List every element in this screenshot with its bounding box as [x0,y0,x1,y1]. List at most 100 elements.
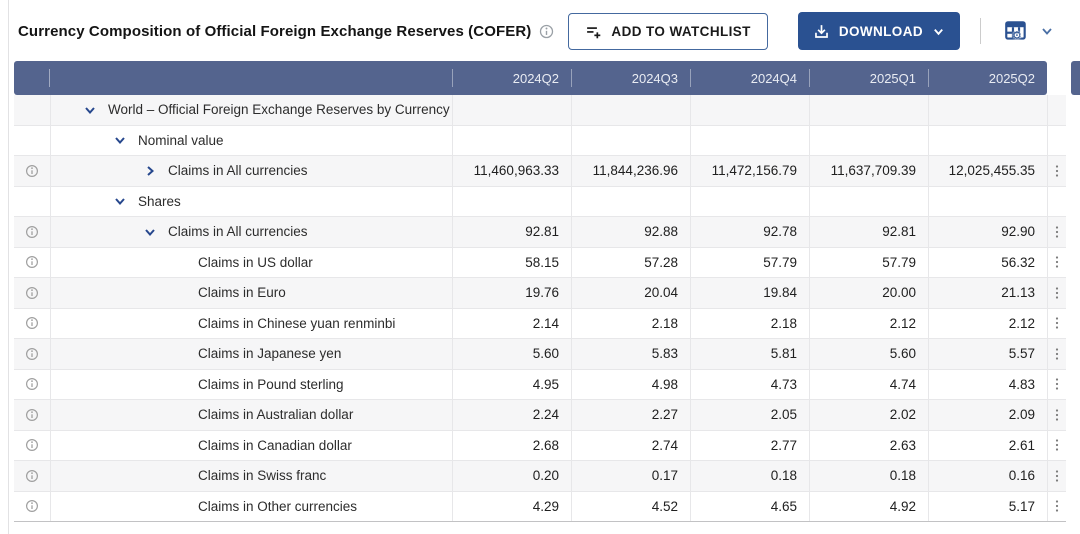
table-row: Claims in All currencies11,460,963.3311,… [14,156,1066,187]
download-button[interactable]: DOWNLOAD [798,12,960,50]
row-label-cell: Claims in US dollar [50,248,452,278]
row-label-cell[interactable]: Claims in All currencies [50,156,452,186]
row-info-icon[interactable] [14,461,50,491]
value-cell: 5.81 [690,339,809,369]
row-menu-button[interactable] [1047,278,1066,308]
value-cell: 2.14 [452,309,571,339]
cofer-table: 2024Q22024Q32024Q42025Q12025Q2 World – O… [14,61,1066,522]
value-cell [809,126,928,156]
value-cell: 5.60 [809,339,928,369]
value-cell: 2.12 [928,309,1047,339]
value-cell: 57.28 [571,248,690,278]
value-cell: 58.15 [452,248,571,278]
chevron-right-icon[interactable] [143,164,157,178]
add-to-watchlist-button[interactable]: ADD TO WATCHLIST [568,13,767,50]
column-header-2024Q4: 2024Q4 [690,61,809,95]
row-info-icon[interactable] [14,492,50,522]
row-label-cell: Claims in Japanese yen [50,339,452,369]
table-row: Shares [14,187,1066,218]
chevron-down-icon[interactable] [83,103,97,117]
download-icon [813,23,830,40]
row-label: Claims in All currencies [168,224,308,239]
value-cell [809,187,928,217]
table-row: Claims in US dollar58.1557.2857.7957.795… [14,248,1066,279]
row-info-icon[interactable] [14,400,50,430]
value-cell [452,187,571,217]
row-menu-button[interactable] [1047,156,1066,186]
value-cell: 92.78 [690,217,809,247]
value-cell: 4.52 [571,492,690,522]
row-info-icon[interactable] [14,278,50,308]
value-cell [690,95,809,125]
value-cell: 2.63 [809,431,928,461]
value-cell: 4.95 [452,370,571,400]
row-menu-button[interactable] [1047,339,1066,369]
value-cell: 4.92 [809,492,928,522]
column-header-2024Q3: 2024Q3 [571,61,690,95]
value-cell: 0.17 [571,461,690,491]
row-menu-button[interactable] [1047,217,1066,247]
table-settings-button[interactable]: ⚙ [997,18,1060,44]
table-row: Claims in Japanese yen5.605.835.815.605.… [14,339,1066,370]
row-menu-button[interactable] [1047,370,1066,400]
toolbar-divider [980,18,981,44]
value-cell [809,95,928,125]
row-info-icon[interactable] [14,156,50,186]
row-info-icon[interactable] [14,248,50,278]
chevron-down-icon[interactable] [113,194,127,208]
value-cell: 2.74 [571,431,690,461]
row-menu-button[interactable] [1047,461,1066,491]
row-menu-cell-empty [1047,187,1066,217]
title-info-icon[interactable] [539,24,554,39]
value-cell [571,126,690,156]
row-label-cell[interactable]: World – Official Foreign Exchange Reserv… [50,95,452,125]
row-menu-button[interactable] [1047,492,1066,522]
row-label: Nominal value [138,133,224,148]
row-label: Claims in Pound sterling [198,377,344,392]
chevron-down-icon[interactable] [113,133,127,147]
value-cell: 4.65 [690,492,809,522]
value-cell: 2.02 [809,400,928,430]
row-menu-button[interactable] [1047,431,1066,461]
value-cell: 2.68 [452,431,571,461]
row-label-cell[interactable]: Nominal value [50,126,452,156]
row-menu-button[interactable] [1047,400,1066,430]
row-menu-button[interactable] [1047,248,1066,278]
row-label: Claims in Australian dollar [198,407,353,422]
table-row: World – Official Foreign Exchange Reserv… [14,95,1066,126]
row-label: Claims in Euro [198,285,286,300]
chevron-down-icon [1040,24,1054,38]
table-row: Claims in Other currencies 4.294.524.654.… [14,492,1066,523]
row-label-cell[interactable]: Shares [50,187,452,217]
chevron-down-icon[interactable] [143,225,157,239]
row-info-icon[interactable] [14,339,50,369]
toolbar: ADD TO WATCHLIST DOWNLOAD [568,12,1060,50]
value-cell: 4.29 [452,492,571,522]
row-label: Shares [138,194,181,209]
value-cell [928,126,1047,156]
row-info-icon[interactable] [14,217,50,247]
row-menu-button[interactable] [1047,309,1066,339]
value-cell: 2.05 [690,400,809,430]
row-label-cell: Claims in Swiss franc [50,461,452,491]
row-info-icon[interactable] [14,431,50,461]
gear-icon: ⚙ [1012,30,1022,41]
value-cell: 57.79 [690,248,809,278]
row-info-icon[interactable] [14,370,50,400]
value-cell: 11,472,156.79 [690,156,809,186]
row-label: Claims in Other currencies [198,499,357,514]
table-row: Claims in Swiss franc0.200.170.180.180.1… [14,461,1066,492]
row-label: Claims in All currencies [168,163,308,178]
value-cell: 21.13 [928,278,1047,308]
column-header-2024Q2: 2024Q2 [452,61,571,95]
table-body: World – Official Foreign Exchange Reserv… [14,95,1066,522]
table-row: Claims in Euro19.7620.0419.8420.0021.13 [14,278,1066,309]
value-cell: 4.98 [571,370,690,400]
row-menu-cell-empty [1047,95,1066,125]
row-label-cell[interactable]: Claims in All currencies [50,217,452,247]
row-info-icon[interactable] [14,309,50,339]
column-header-2025Q1: 2025Q1 [809,61,928,95]
cofer-widget: Currency Composition of Official Foreign… [0,0,1080,534]
table-header-corner [1071,61,1080,95]
row-label-cell: Claims in Pound sterling [50,370,452,400]
